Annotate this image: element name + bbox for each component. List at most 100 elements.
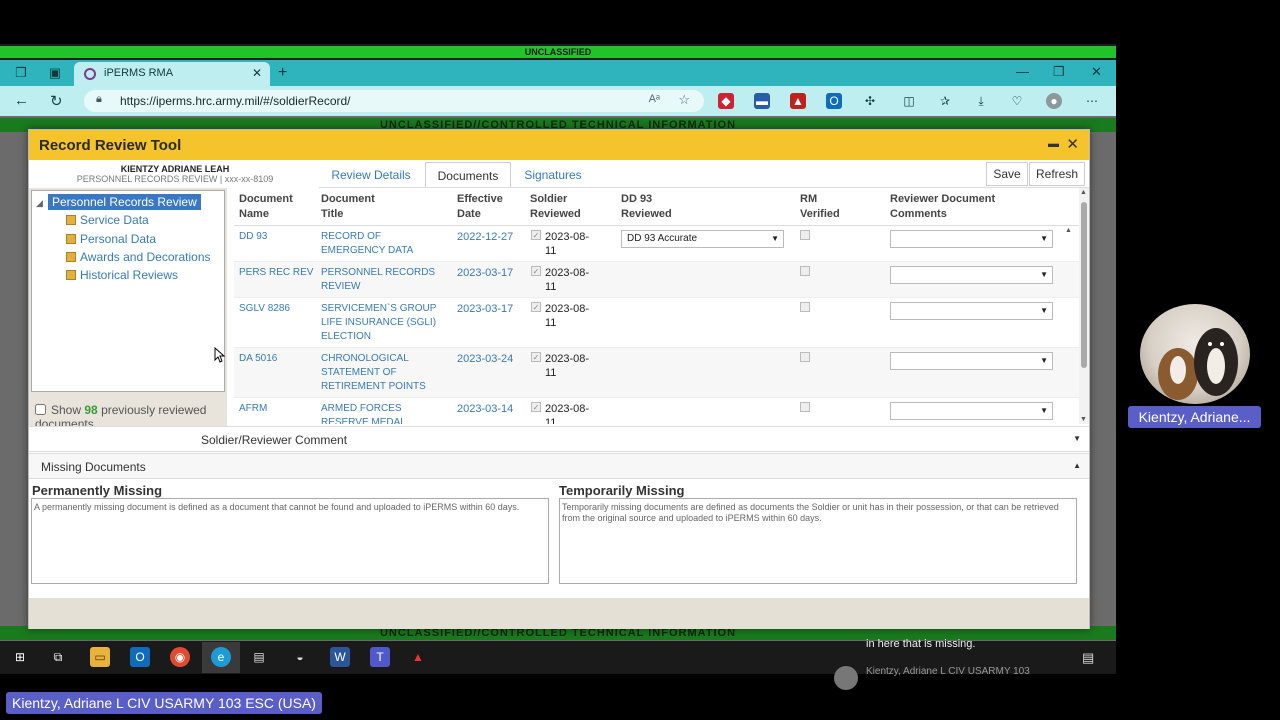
restore-icon[interactable]: ❐ (1053, 64, 1065, 80)
doc-title-link[interactable]: CHRONOLOGICAL STATEMENT OF RETIREMENT PO… (321, 352, 445, 394)
soldier-reviewed-checkbox[interactable]: ✓ (531, 402, 541, 412)
photos-icon[interactable]: ◒ (290, 647, 310, 667)
doc-name-link[interactable]: AFRM (239, 402, 267, 416)
edge-icon[interactable]: e (211, 647, 231, 667)
read-aloud-icon[interactable]: Aᵃ (649, 93, 660, 105)
comment-section-bar[interactable]: Soldier/Reviewer Comment ▼ (29, 426, 1089, 452)
scroll-up-arrow-icon[interactable]: ▲ (1065, 227, 1072, 234)
reviewer-comment-select[interactable]: ▼ (890, 302, 1053, 320)
tree-root[interactable]: ◢ Personnel Records Review (36, 194, 201, 210)
browser-tab-iperms[interactable]: iPERMS RMA ✕ (74, 62, 270, 86)
missing-section-bar[interactable]: Missing Documents ▲ (29, 453, 1089, 479)
rm-verified-checkbox[interactable] (800, 266, 810, 276)
word-icon[interactable]: W (330, 647, 350, 667)
maximize-icon[interactable]: ▬ (1048, 138, 1059, 150)
scroll-thumb[interactable] (1081, 202, 1087, 368)
tree-item-personal-data[interactable]: Personal Data (66, 232, 156, 246)
tree-item-awards[interactable]: Awards and Decorations (66, 250, 211, 264)
tab-review-details[interactable]: Review Details (321, 162, 421, 188)
doc-title-link[interactable]: PERSONNEL RECORDS REVIEW (321, 266, 445, 294)
expand-arrow-icon[interactable]: ◢ (36, 198, 48, 209)
save-button[interactable]: Save (986, 162, 1028, 186)
col-effective-date[interactable]: Effective Date (457, 192, 517, 222)
soldier-reviewed-checkbox[interactable]: ✓ (531, 302, 541, 312)
url-field[interactable]: 🔒︎ https://iperms.hrc.army.mil/#/soldier… (84, 90, 704, 112)
screen: UNCLASSIFIED ❐ ▣ iPERMS RMA ✕ + — ❐ ✕ ← … (0, 0, 1280, 720)
tab-signatures[interactable]: Signatures (515, 162, 591, 188)
split-screen-icon[interactable]: ◫ (901, 93, 917, 109)
chevron-down-icon[interactable]: ▼ (1073, 434, 1081, 443)
browser-essentials-icon[interactable]: ♡ (1009, 93, 1025, 109)
notification-icon[interactable]: ▤ (1082, 650, 1094, 666)
doc-title-link[interactable]: SERVICEMEN`S GROUP LIFE INSURANCE (SGLI)… (321, 302, 445, 344)
card-extension-icon[interactable]: ▬ (754, 93, 770, 109)
doc-name-link[interactable]: DD 93 (239, 230, 267, 244)
close-window-icon[interactable]: ✕ (1091, 64, 1102, 80)
doc-name-link[interactable]: DA 5016 (239, 352, 277, 366)
soldier-reviewed-checkbox[interactable]: ✓ (531, 230, 541, 240)
outlook-extension-icon[interactable]: O (826, 93, 842, 109)
chevron-down-icon: ▼ (1040, 270, 1048, 279)
col-document-title[interactable]: Document Title (321, 192, 381, 222)
tab-actions-icon[interactable]: ▣ (46, 64, 64, 82)
task-view-icon[interactable]: ⧉ (48, 647, 68, 667)
soldier-reviewed-checkbox[interactable]: ✓ (531, 352, 541, 362)
show-previous-input[interactable] (35, 404, 46, 415)
reviewer-comment-select[interactable]: ▼ (890, 352, 1053, 370)
rm-verified-checkbox[interactable] (800, 352, 810, 362)
permanently-missing-textarea[interactable]: A permanently missing document is define… (31, 498, 549, 584)
pdf-extension-icon[interactable]: ▲ (790, 93, 806, 109)
tree-item-historical[interactable]: Historical Reviews (66, 268, 178, 282)
doc-title-link[interactable]: ARMED FORCES RESERVE MEDAL (321, 402, 445, 424)
col-rm-verified[interactable]: RM Verified (800, 192, 850, 222)
teams-icon[interactable]: T (370, 647, 390, 667)
rm-verified-checkbox[interactable] (800, 230, 810, 240)
reviewer-comment-select[interactable]: ▼ (890, 230, 1053, 248)
modal-title: Record Review Tool (39, 137, 182, 154)
tab-title: iPERMS RMA (104, 67, 174, 79)
doc-name-link[interactable]: PERS REC REV (239, 266, 313, 280)
doc-title-link[interactable]: RECORD OF EMERGENCY DATA (321, 230, 445, 258)
dd93-select[interactable]: DD 93 Accurate ▼ (621, 230, 784, 248)
scroll-up-icon[interactable]: ▲ (1080, 189, 1087, 196)
tab-documents[interactable]: Documents (425, 162, 511, 188)
soldier-reviewed-checkbox[interactable]: ✓ (531, 266, 541, 276)
tree-item-service-data[interactable]: Service Data (66, 213, 149, 227)
close-tab-icon[interactable]: ✕ (252, 66, 262, 80)
reviewer-comment-select[interactable]: ▼ (890, 266, 1053, 284)
col-soldier-reviewed[interactable]: Soldier Reviewed (530, 192, 590, 222)
outlook-icon[interactable]: O (130, 647, 150, 667)
back-icon[interactable]: ← (14, 92, 29, 109)
col-reviewer-comments[interactable]: Reviewer Document Comments (890, 192, 1010, 222)
puzzle-extensions-icon[interactable]: ✣ (862, 93, 878, 109)
refresh-icon[interactable]: ↻ (50, 92, 63, 110)
temporarily-missing-textarea[interactable]: Temporarily missing documents are define… (559, 498, 1077, 584)
favorite-star-icon[interactable]: ☆ (678, 92, 690, 108)
col-dd93-reviewed[interactable]: DD 93 Reviewed (621, 192, 681, 222)
notepad-icon[interactable]: ▤ (249, 647, 269, 667)
shield-extension-icon[interactable]: ◆ (718, 93, 734, 109)
refresh-button[interactable]: Refresh (1029, 162, 1085, 186)
new-tab-icon[interactable]: + (278, 64, 287, 82)
grid-scrollbar[interactable]: ▲ ▼ (1079, 188, 1089, 424)
close-icon[interactable]: ✕ (1066, 135, 1079, 153)
chevron-down-icon: ▼ (771, 234, 779, 243)
more-menu-icon[interactable]: ⋯ (1084, 93, 1100, 109)
downloads-icon[interactable]: ⤓ (973, 93, 989, 109)
file-explorer-icon[interactable]: ▭ (90, 647, 110, 667)
scroll-down-icon[interactable]: ▼ (1080, 416, 1087, 423)
acrobat-icon[interactable]: ▲ (408, 647, 428, 667)
profile-avatar-icon[interactable]: ● (1046, 93, 1062, 109)
chrome-icon[interactable]: ◉ (170, 647, 190, 667)
favorites-icon[interactable]: ✰ (937, 93, 953, 109)
doc-name-link[interactable]: SGLV 8286 (239, 302, 290, 316)
chevron-up-icon[interactable]: ▲ (1073, 461, 1081, 470)
windows-start-icon[interactable]: ⊞ (10, 647, 30, 667)
minimize-icon[interactable]: — (1016, 64, 1029, 79)
rm-verified-checkbox[interactable] (800, 302, 810, 312)
reviewer-comment-select[interactable]: ▼ (890, 402, 1053, 420)
rm-verified-checkbox[interactable] (800, 402, 810, 412)
show-count: 98 (84, 403, 98, 417)
workspaces-icon[interactable]: ❐ (12, 64, 30, 82)
col-document-name[interactable]: Document Name (239, 192, 309, 222)
